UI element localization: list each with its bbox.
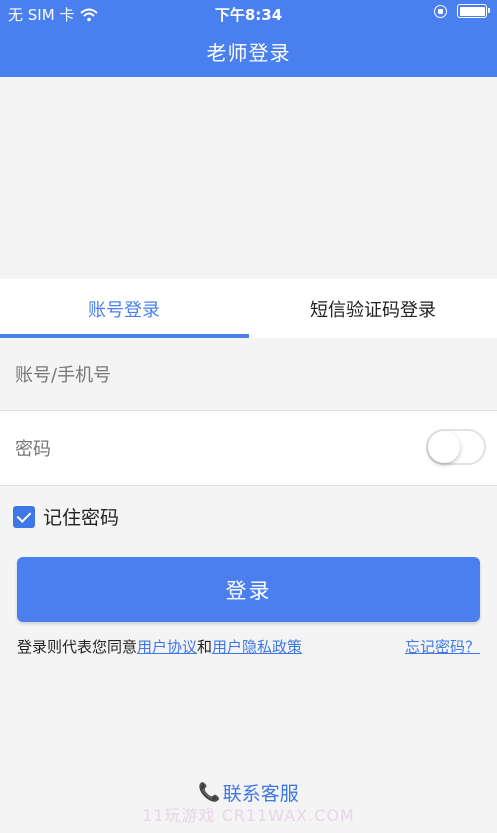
watermark: 11玩游戏 CR11WAX.COM — [142, 806, 355, 825]
orientation-lock-icon — [434, 4, 447, 18]
remember-password-label: 记住密码 — [43, 507, 120, 529]
password-row — [0, 410, 497, 487]
forgot-password-link[interactable]: 忘记密码？ — [405, 636, 480, 657]
account-row — [0, 338, 497, 412]
tab-account-login[interactable]: 账号登录 — [0, 279, 248, 338]
battery-icon — [457, 4, 490, 18]
page-title: 老师登录 — [206, 41, 291, 65]
agreement-prefix: 登录则代表您同意 — [17, 638, 138, 656]
remember-password-row[interactable]: 记住密码 — [13, 503, 119, 530]
privacy-policy-link[interactable]: 用户隐私政策 — [212, 638, 302, 656]
tab-sms-login[interactable]: 短信验证码登录 — [249, 279, 497, 338]
status-time: 下午8:34 — [214, 6, 283, 24]
password-visibility-toggle[interactable] — [426, 429, 486, 465]
agreement-text: 登录则代表您同意用户协议和用户隐私政策 — [17, 636, 302, 657]
account-input[interactable] — [13, 338, 397, 412]
remember-password-checkbox[interactable] — [13, 505, 35, 528]
login-button[interactable]: 登录 — [17, 557, 480, 622]
toggle-knob — [428, 431, 460, 463]
status-bar: 无 SIM 卡 下午8:34 — [0, 0, 497, 26]
status-right — [434, 4, 490, 18]
agreement-and: 和 — [197, 638, 213, 656]
user-agreement-link[interactable]: 用户协议 — [137, 638, 197, 656]
password-input[interactable] — [13, 411, 397, 487]
app-header: 无 SIM 卡 下午8:34 老师登录 — [0, 0, 497, 77]
phone-icon: 📞 — [198, 782, 221, 803]
login-tabs: 账号登录 短信验证码登录 — [0, 279, 497, 338]
